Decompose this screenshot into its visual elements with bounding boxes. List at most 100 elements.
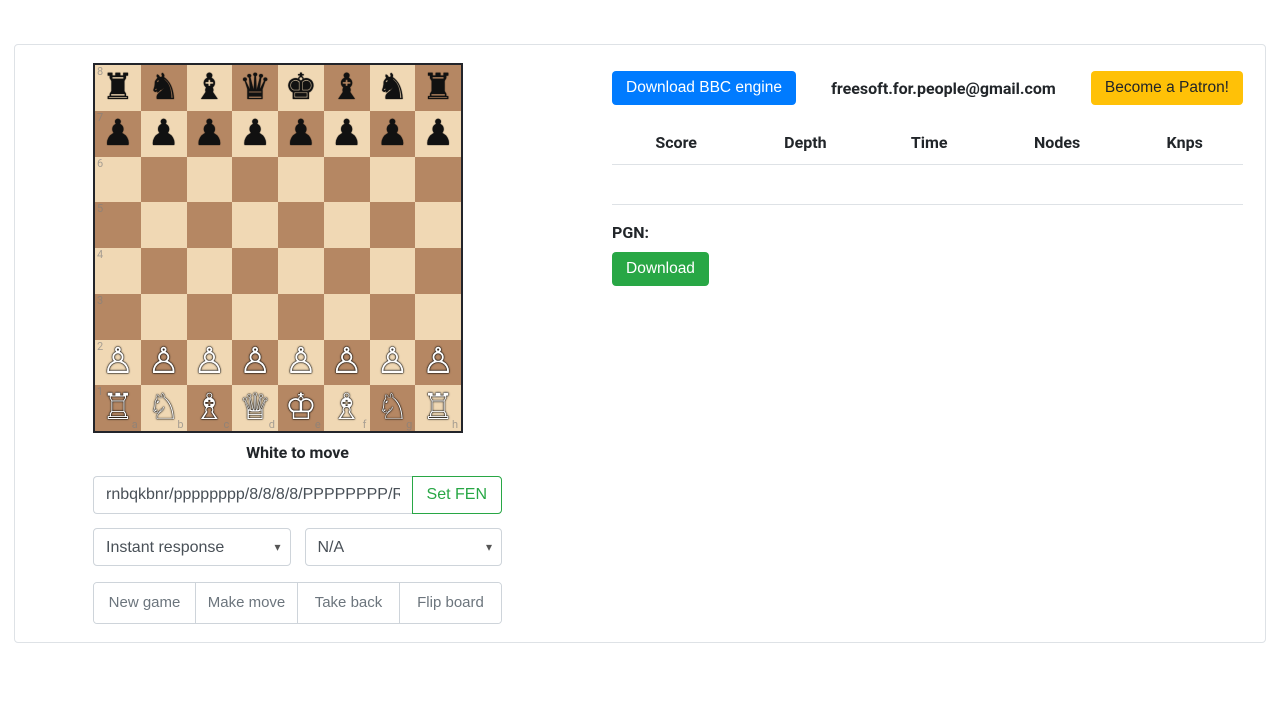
new-game-button[interactable]: New game: [94, 583, 196, 623]
square-d8[interactable]: ♛: [232, 65, 278, 111]
square-f3[interactable]: [324, 294, 370, 340]
piece-q[interactable]: ♛: [239, 70, 271, 106]
square-a2[interactable]: 2♙: [95, 340, 141, 386]
square-g7[interactable]: ♟: [370, 111, 416, 157]
square-h5[interactable]: [415, 202, 461, 248]
piece-P[interactable]: ♙: [102, 344, 134, 380]
square-g1[interactable]: g♘: [370, 385, 416, 431]
square-e7[interactable]: ♟: [278, 111, 324, 157]
square-b5[interactable]: [141, 202, 187, 248]
set-fen-button[interactable]: Set FEN: [412, 476, 502, 514]
square-d7[interactable]: ♟: [232, 111, 278, 157]
square-g2[interactable]: ♙: [370, 340, 416, 386]
piece-P[interactable]: ♙: [330, 344, 362, 380]
square-e6[interactable]: [278, 157, 324, 203]
square-e2[interactable]: ♙: [278, 340, 324, 386]
square-h7[interactable]: ♟: [415, 111, 461, 157]
piece-b[interactable]: ♝: [330, 70, 362, 106]
square-e3[interactable]: [278, 294, 324, 340]
make-move-button[interactable]: Make move: [196, 583, 298, 623]
piece-P[interactable]: ♙: [285, 344, 317, 380]
piece-r[interactable]: ♜: [102, 70, 134, 106]
square-b7[interactable]: ♟: [141, 111, 187, 157]
square-a5[interactable]: 5: [95, 202, 141, 248]
square-g4[interactable]: [370, 248, 416, 294]
square-b6[interactable]: [141, 157, 187, 203]
square-b2[interactable]: ♙: [141, 340, 187, 386]
chess-board[interactable]: 8♜♞♝♛♚♝♞♜7♟♟♟♟♟♟♟♟65432♙♙♙♙♙♙♙♙1a♖b♘c♗d♕…: [93, 63, 463, 433]
square-g8[interactable]: ♞: [370, 65, 416, 111]
piece-p[interactable]: ♟: [376, 116, 408, 152]
piece-p[interactable]: ♟: [285, 116, 317, 152]
fen-input[interactable]: [93, 476, 412, 514]
square-f2[interactable]: ♙: [324, 340, 370, 386]
square-c4[interactable]: [187, 248, 233, 294]
piece-N[interactable]: ♘: [376, 390, 408, 426]
piece-k[interactable]: ♚: [285, 70, 317, 106]
piece-P[interactable]: ♙: [147, 344, 179, 380]
square-c8[interactable]: ♝: [187, 65, 233, 111]
square-h8[interactable]: ♜: [415, 65, 461, 111]
piece-P[interactable]: ♙: [422, 344, 454, 380]
square-h6[interactable]: [415, 157, 461, 203]
square-g3[interactable]: [370, 294, 416, 340]
piece-r[interactable]: ♜: [422, 70, 454, 106]
piece-n[interactable]: ♞: [376, 70, 408, 106]
square-h4[interactable]: [415, 248, 461, 294]
square-f7[interactable]: ♟: [324, 111, 370, 157]
piece-p[interactable]: ♟: [102, 116, 134, 152]
square-e1[interactable]: e♔: [278, 385, 324, 431]
square-h3[interactable]: [415, 294, 461, 340]
square-a6[interactable]: 6: [95, 157, 141, 203]
square-c7[interactable]: ♟: [187, 111, 233, 157]
square-c5[interactable]: [187, 202, 233, 248]
download-engine-button[interactable]: Download BBC engine: [612, 71, 796, 105]
piece-n[interactable]: ♞: [147, 70, 179, 106]
square-a8[interactable]: 8♜: [95, 65, 141, 111]
square-f1[interactable]: f♗: [324, 385, 370, 431]
square-d6[interactable]: [232, 157, 278, 203]
square-b1[interactable]: b♘: [141, 385, 187, 431]
response-time-select[interactable]: Instant response: [93, 528, 291, 566]
square-c2[interactable]: ♙: [187, 340, 233, 386]
piece-p[interactable]: ♟: [422, 116, 454, 152]
piece-p[interactable]: ♟: [330, 116, 362, 152]
square-c6[interactable]: [187, 157, 233, 203]
square-f5[interactable]: [324, 202, 370, 248]
take-back-button[interactable]: Take back: [298, 583, 400, 623]
square-e4[interactable]: [278, 248, 324, 294]
square-d3[interactable]: [232, 294, 278, 340]
square-g5[interactable]: [370, 202, 416, 248]
square-d2[interactable]: ♙: [232, 340, 278, 386]
square-a7[interactable]: 7♟: [95, 111, 141, 157]
piece-K[interactable]: ♔: [285, 390, 317, 426]
square-f8[interactable]: ♝: [324, 65, 370, 111]
square-a1[interactable]: 1a♖: [95, 385, 141, 431]
square-h1[interactable]: h♖: [415, 385, 461, 431]
square-c1[interactable]: c♗: [187, 385, 233, 431]
piece-P[interactable]: ♙: [376, 344, 408, 380]
download-pgn-button[interactable]: Download: [612, 252, 709, 286]
square-d1[interactable]: d♕: [232, 385, 278, 431]
square-e8[interactable]: ♚: [278, 65, 324, 111]
piece-P[interactable]: ♙: [239, 344, 271, 380]
square-b8[interactable]: ♞: [141, 65, 187, 111]
depth-select[interactable]: N/A: [305, 528, 503, 566]
square-f6[interactable]: [324, 157, 370, 203]
piece-b[interactable]: ♝: [193, 70, 225, 106]
piece-B[interactable]: ♗: [330, 390, 362, 426]
square-c3[interactable]: [187, 294, 233, 340]
piece-R[interactable]: ♖: [102, 390, 134, 426]
square-g6[interactable]: [370, 157, 416, 203]
piece-p[interactable]: ♟: [193, 116, 225, 152]
piece-P[interactable]: ♙: [193, 344, 225, 380]
piece-p[interactable]: ♟: [239, 116, 271, 152]
square-e5[interactable]: [278, 202, 324, 248]
piece-Q[interactable]: ♕: [239, 390, 271, 426]
piece-p[interactable]: ♟: [147, 116, 179, 152]
square-b4[interactable]: [141, 248, 187, 294]
piece-R[interactable]: ♖: [422, 390, 454, 426]
square-f4[interactable]: [324, 248, 370, 294]
square-h2[interactable]: ♙: [415, 340, 461, 386]
square-d4[interactable]: [232, 248, 278, 294]
